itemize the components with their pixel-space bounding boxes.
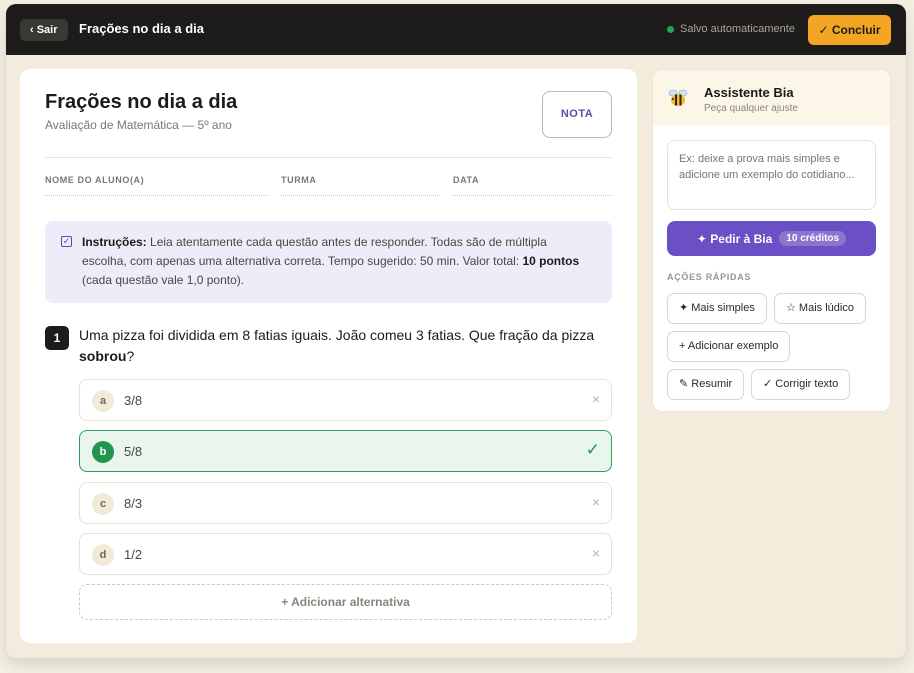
option-value: 5/8: [124, 444, 143, 459]
quick-action-fix-text[interactable]: ✓ Corrigir texto: [751, 369, 851, 400]
option-c[interactable]: c 8/3 ×: [79, 482, 612, 524]
option-a[interactable]: a 3/8 ×: [79, 379, 612, 421]
top-bar: ‹ Sair Frações no dia a dia Salvo automa…: [6, 4, 906, 55]
ask-bia-button[interactable]: ✦ Pedir à Bia 10 créditos: [667, 221, 876, 256]
autosave-status: Salvo automaticamente: [667, 23, 795, 35]
instructions-label: Instruções:: [82, 235, 147, 249]
remove-icon[interactable]: ×: [592, 494, 600, 510]
assistant-panel: Assistente Bia Peça qualquer ajuste ✦ Pe…: [652, 69, 891, 412]
bee-icon: [668, 89, 688, 106]
remove-icon[interactable]: ×: [592, 545, 600, 561]
option-letter: d: [92, 544, 114, 566]
ask-bia-label: ✦ Pedir à Bia: [696, 231, 773, 246]
assistant-subtitle: Peça qualquer ajuste: [704, 103, 798, 114]
divider: [45, 157, 612, 158]
add-option-button[interactable]: + Adicionar alternativa: [79, 584, 612, 620]
option-value: 3/8: [124, 393, 143, 408]
document-title-top: Frações no dia a dia: [79, 21, 204, 36]
date-field: DATA: [453, 175, 612, 196]
instructions-box[interactable]: ✓ Instruções: Leia atentamente cada ques…: [45, 221, 612, 303]
option-letter: a: [92, 390, 114, 412]
question-number: 1: [45, 326, 69, 350]
option-letter: b: [92, 441, 114, 463]
option-d[interactable]: d 1/2 ×: [79, 533, 612, 575]
status-dot-icon: [667, 25, 674, 33]
question-body: Uma pizza foi dividida em 8 fatias iguai…: [79, 327, 595, 343]
instructions-tail: (cada questão vale 1,0 ponto).: [82, 273, 245, 287]
assistant-name: Assistente Bia: [704, 85, 794, 100]
quick-action-simpler[interactable]: ✦ Mais simples: [667, 293, 767, 324]
class-field: TURMA: [281, 175, 440, 196]
finish-button[interactable]: ✓ Concluir: [808, 15, 891, 45]
quick-action-summarize[interactable]: ✎ Resumir: [667, 369, 745, 400]
option-value: 1/2: [124, 547, 143, 562]
exam-subtitle[interactable]: Avaliação de Matemática — 5º ano: [45, 118, 232, 132]
check-icon: ✓: [585, 440, 600, 459]
assistant-prompt-input[interactable]: [667, 140, 876, 210]
question-end: ?: [126, 348, 135, 364]
app-window: ‹ Sair Frações no dia a dia Salvo automa…: [6, 4, 906, 658]
option-letter: c: [92, 493, 114, 515]
instructions-text: Leia atentamente cada questão antes de r…: [82, 235, 547, 268]
checkbox-icon: ✓: [61, 236, 72, 247]
quick-action-add-example[interactable]: + Adicionar exemplo: [667, 331, 791, 362]
exam-title[interactable]: Frações no dia a dia: [45, 91, 237, 114]
credits-badge: 10 créditos: [779, 231, 847, 246]
exam-document: Frações no dia a dia Avaliação de Matemá…: [20, 69, 637, 643]
grade-box: NOTA: [542, 91, 612, 138]
autosave-label: Salvo automaticamente: [680, 23, 795, 35]
quick-actions-title: AÇÕES RÁPIDAS: [667, 272, 752, 282]
option-b[interactable]: b 5/8 ✓: [79, 430, 612, 472]
quick-action-playful[interactable]: ☆ Mais lúdico: [774, 293, 866, 324]
assistant-header: Assistente Bia Peça qualquer ajuste: [653, 70, 890, 126]
exit-button[interactable]: ‹ Sair: [20, 19, 68, 41]
instructions-total: 10 pontos: [522, 254, 580, 268]
remove-icon[interactable]: ×: [592, 391, 600, 407]
student-name-field: NOME DO ALUNO(A): [45, 175, 268, 196]
option-value: 8/3: [124, 496, 143, 511]
question-text[interactable]: Uma pizza foi dividida em 8 fatias iguai…: [79, 325, 609, 367]
question-emphasis: sobrou: [79, 348, 127, 364]
